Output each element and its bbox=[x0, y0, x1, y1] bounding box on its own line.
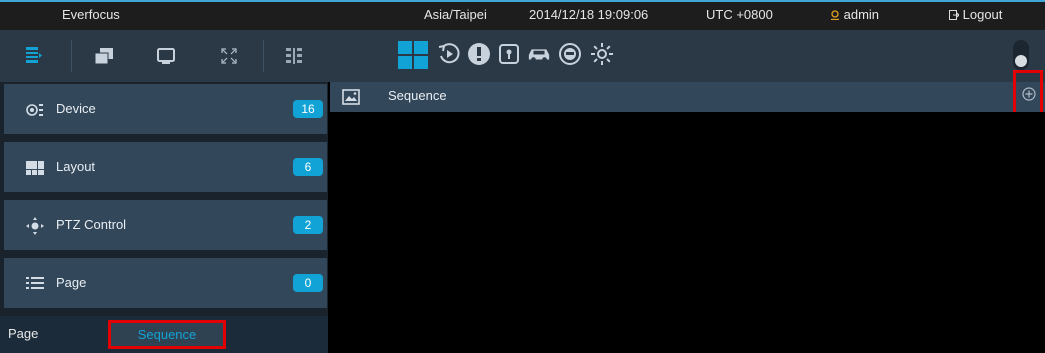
logout-label: Logout bbox=[962, 7, 1003, 22]
add-circle-icon bbox=[1022, 87, 1036, 101]
sidebar-panel-device[interactable]: Device 16 bbox=[4, 84, 327, 136]
logout-icon bbox=[949, 10, 960, 20]
user-button[interactable]: admin bbox=[830, 7, 879, 22]
top-bar: Everfocus Asia/Taipei 2014/12/18 19:09:0… bbox=[0, 0, 1045, 30]
user-name: admin bbox=[843, 7, 880, 22]
datetime-label: 2014/12/18 19:09:06 bbox=[529, 7, 649, 22]
count-badge: 0 bbox=[293, 274, 323, 292]
windows-icon[interactable] bbox=[92, 44, 116, 68]
door-icon[interactable] bbox=[497, 42, 521, 66]
image-icon bbox=[342, 89, 360, 105]
settings-icon[interactable] bbox=[590, 42, 614, 66]
list-view-icon[interactable] bbox=[22, 44, 46, 68]
monitor-icon[interactable] bbox=[154, 44, 178, 68]
layout-icon bbox=[26, 161, 44, 175]
sidebar-tabs: Page Sequence bbox=[0, 316, 328, 353]
panel-label: PTZ Control bbox=[56, 217, 127, 232]
toolbar-left bbox=[0, 30, 328, 82]
add-sequence-button[interactable] bbox=[1013, 70, 1043, 118]
device-icon bbox=[26, 104, 43, 116]
tab-sequence[interactable]: Sequence bbox=[108, 320, 226, 349]
lpr-icon[interactable] bbox=[558, 42, 582, 66]
toolbar-divider bbox=[263, 40, 264, 72]
tab-page[interactable]: Page bbox=[8, 326, 38, 341]
ptz-icon bbox=[26, 217, 44, 235]
alert-icon[interactable] bbox=[467, 42, 491, 66]
sidebar-panel-page[interactable]: Page 0 bbox=[4, 258, 327, 310]
sidebar-panel-ptz-control[interactable]: PTZ Control 2 bbox=[4, 200, 327, 252]
count-badge: 16 bbox=[293, 100, 323, 118]
panel-label: Layout bbox=[56, 159, 96, 174]
sidebar: Device 16 Layout 6 PTZ Control 2 Page 0 … bbox=[0, 82, 328, 353]
fullscreen-icon[interactable] bbox=[217, 44, 241, 68]
page-title: Sequence bbox=[388, 88, 447, 103]
count-badge: 2 bbox=[293, 216, 323, 234]
sidebar-panel-layout[interactable]: Layout 6 bbox=[4, 142, 327, 194]
toolbar bbox=[0, 30, 1045, 82]
car-icon[interactable] bbox=[527, 42, 551, 66]
logout-button[interactable]: Logout bbox=[949, 7, 1002, 22]
page-list-icon bbox=[26, 277, 44, 289]
playback-icon[interactable] bbox=[437, 42, 461, 66]
toggle-switch[interactable] bbox=[1008, 38, 1034, 72]
sequence-content-area bbox=[330, 112, 1045, 353]
count-badge: 6 bbox=[293, 158, 323, 176]
brand-name: Everfocus bbox=[62, 7, 120, 22]
timezone-label: Asia/Taipei bbox=[424, 7, 487, 22]
toolbar-divider bbox=[71, 40, 72, 72]
sequence-header: Sequence bbox=[330, 82, 1045, 112]
utc-offset-label: UTC +0800 bbox=[706, 7, 773, 22]
panel-label: Page bbox=[56, 275, 87, 290]
panel-label: Device bbox=[56, 101, 96, 116]
grid-split-icon[interactable] bbox=[282, 44, 306, 68]
user-icon bbox=[831, 10, 839, 21]
layout-grid-icon[interactable] bbox=[398, 40, 428, 70]
